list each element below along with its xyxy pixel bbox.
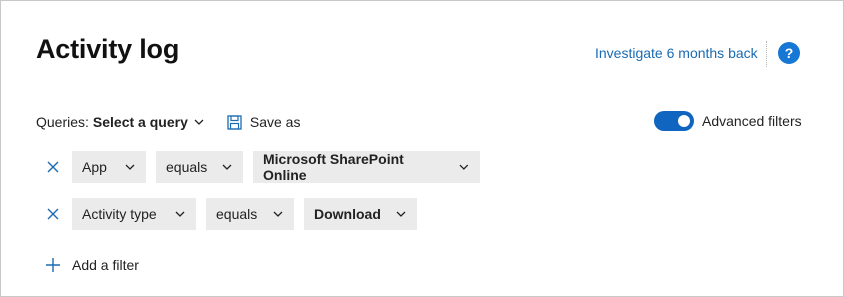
filter-operator-value: equals: [216, 206, 258, 222]
query-selector[interactable]: Select a query: [93, 114, 205, 130]
queries-bar: Queries: Select a query Save as: [36, 113, 300, 131]
queries-label: Queries:: [36, 114, 89, 130]
save-as-button[interactable]: Save as: [227, 114, 301, 130]
filter-value-text: Download: [314, 206, 381, 222]
floppy-disk-icon: [227, 114, 242, 130]
filter-operator-value: equals: [166, 159, 208, 175]
filter-value-text: Microsoft SharePoint Online: [263, 151, 404, 183]
filter-field-value: App: [82, 159, 107, 175]
activity-log-panel: Activity log Investigate 6 months back ?…: [0, 0, 844, 297]
add-filter-button[interactable]: Add a filter: [45, 257, 139, 273]
filter-row: App equals Microsoft SharePoint Online: [45, 151, 490, 183]
advanced-filters-toggle[interactable]: [654, 111, 694, 131]
chevron-down-icon: [175, 211, 185, 217]
query-selector-value: Select a query: [92, 114, 188, 130]
close-icon[interactable]: [45, 159, 61, 175]
page-title: Activity log: [36, 34, 180, 64]
add-filter-label: Add a filter: [72, 257, 139, 273]
chevron-down-icon: [396, 211, 406, 217]
filter-row: Activity type equals Download: [45, 198, 427, 230]
toggle-knob: [678, 115, 690, 127]
filter-value-dropdown[interactable]: Microsoft SharePoint Online: [253, 151, 480, 183]
filter-field-value: Activity type: [82, 206, 157, 222]
chevron-down-icon: [273, 211, 283, 217]
filter-value-dropdown[interactable]: Download: [304, 198, 417, 230]
advanced-filters-control: Advanced filters: [654, 111, 802, 131]
divider: [766, 41, 767, 67]
investigate-link[interactable]: Investigate 6 months back: [595, 45, 758, 61]
filter-field-dropdown[interactable]: App: [72, 151, 146, 183]
chevron-down-icon: [222, 164, 232, 170]
close-icon[interactable]: [45, 206, 61, 222]
help-icon[interactable]: ?: [778, 42, 800, 64]
advanced-filters-label: Advanced filters: [702, 113, 802, 129]
filter-operator-dropdown[interactable]: equals: [156, 151, 243, 183]
chevron-down-icon: [125, 164, 135, 170]
chevron-down-icon: [459, 164, 469, 170]
filter-field-dropdown[interactable]: Activity type: [72, 198, 196, 230]
save-as-label: Save as: [249, 114, 301, 130]
filter-operator-dropdown[interactable]: equals: [206, 198, 294, 230]
plus-icon: [46, 258, 60, 272]
chevron-down-icon: [194, 119, 204, 125]
